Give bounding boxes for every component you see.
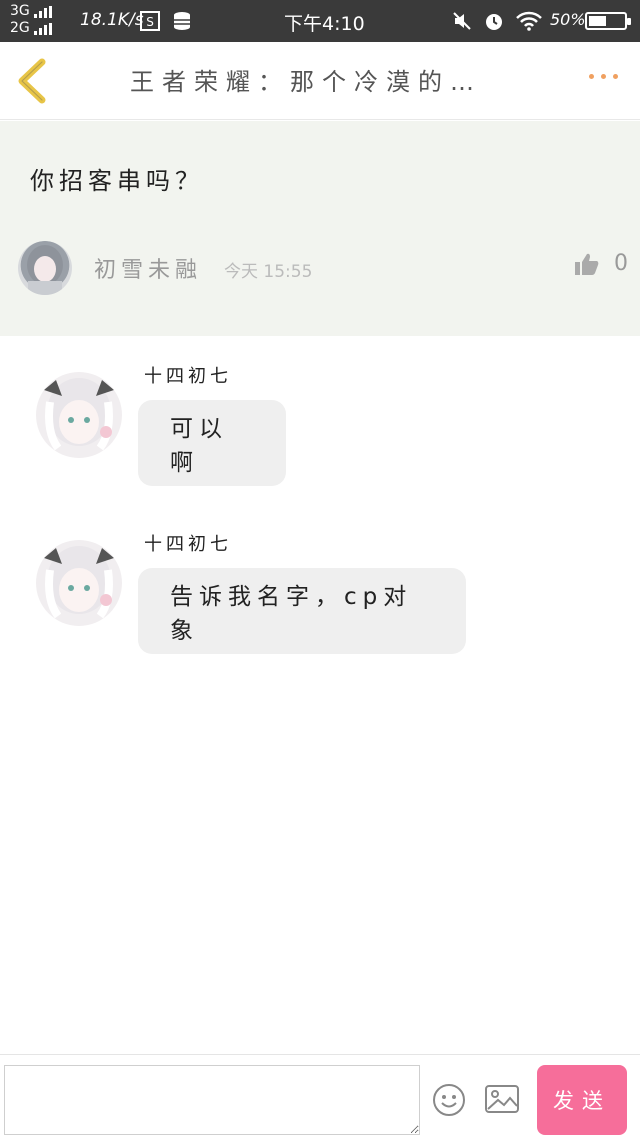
question-text: 你招客串吗？ xyxy=(30,167,204,195)
reply-bubble: 告诉我名字，cp对象 xyxy=(138,568,466,654)
emoji-button[interactable] xyxy=(432,1083,466,1117)
reply-avatar[interactable] xyxy=(36,372,122,458)
status-bar: 3G 2G 18.1K/s S 下午4:10 50% xyxy=(0,0,640,42)
status-time: 下午4:10 xyxy=(284,13,365,35)
post-time: 今天 15:55 xyxy=(224,262,313,282)
reply-bubble: 可以啊 xyxy=(138,400,286,486)
battery-fill xyxy=(589,16,606,26)
signal-bars-icon xyxy=(33,22,52,35)
author-name[interactable]: 初雪未融 xyxy=(94,252,202,284)
more-button[interactable] xyxy=(589,74,618,79)
database-icon xyxy=(174,12,190,30)
avatar-portrait-icon xyxy=(27,245,63,295)
reply-author[interactable]: 十四初七 xyxy=(144,362,232,388)
send-button[interactable]: 发送 xyxy=(537,1065,627,1135)
network-3g-label: 3G xyxy=(10,3,30,19)
dot-icon xyxy=(613,74,618,79)
network-indicator: 3G 2G xyxy=(10,3,52,37)
like-count: 0 xyxy=(614,251,628,276)
question-panel: 你招客串吗？ 初雪未融 今天 15:55 0 xyxy=(0,121,640,336)
page-title: 王者荣耀：那个冷漠的… xyxy=(130,68,482,96)
alarm-icon xyxy=(486,14,502,30)
avatar-anime-icon xyxy=(44,546,114,619)
reply-author[interactable]: 十四初七 xyxy=(144,530,232,556)
reply-input-bar: 发送 xyxy=(0,1054,640,1138)
reply-avatar[interactable] xyxy=(36,540,122,626)
reply-item: 十四初七 告诉我名字，cp对象 xyxy=(0,504,640,672)
signal-bars-icon xyxy=(33,5,52,18)
screenshot-icon: S xyxy=(140,11,160,31)
nav-bar: 王者荣耀：那个冷漠的… xyxy=(0,42,640,120)
dot-icon xyxy=(601,74,606,79)
reply-item: 十四初七 可以啊 xyxy=(0,336,640,504)
message-input[interactable] xyxy=(4,1065,420,1135)
battery-percent: 50% xyxy=(550,10,586,29)
author-avatar[interactable] xyxy=(18,241,72,295)
image-button[interactable] xyxy=(484,1083,520,1115)
avatar-anime-icon xyxy=(44,378,114,451)
back-button[interactable] xyxy=(10,56,54,106)
like-button[interactable]: 0 xyxy=(574,251,628,276)
battery-icon xyxy=(585,12,631,30)
network-2g-label: 2G xyxy=(10,20,30,36)
thumbs-up-icon xyxy=(575,253,599,275)
network-speed: 18.1K/s xyxy=(80,10,144,30)
svg-text:S: S xyxy=(146,15,154,29)
chat-thread-screen: 3G 2G 18.1K/s S 下午4:10 50% 王者荣耀：那个冷漠的… 你… xyxy=(0,0,640,1138)
wifi-icon xyxy=(516,11,542,31)
dot-icon xyxy=(589,74,594,79)
mute-icon xyxy=(453,12,471,30)
